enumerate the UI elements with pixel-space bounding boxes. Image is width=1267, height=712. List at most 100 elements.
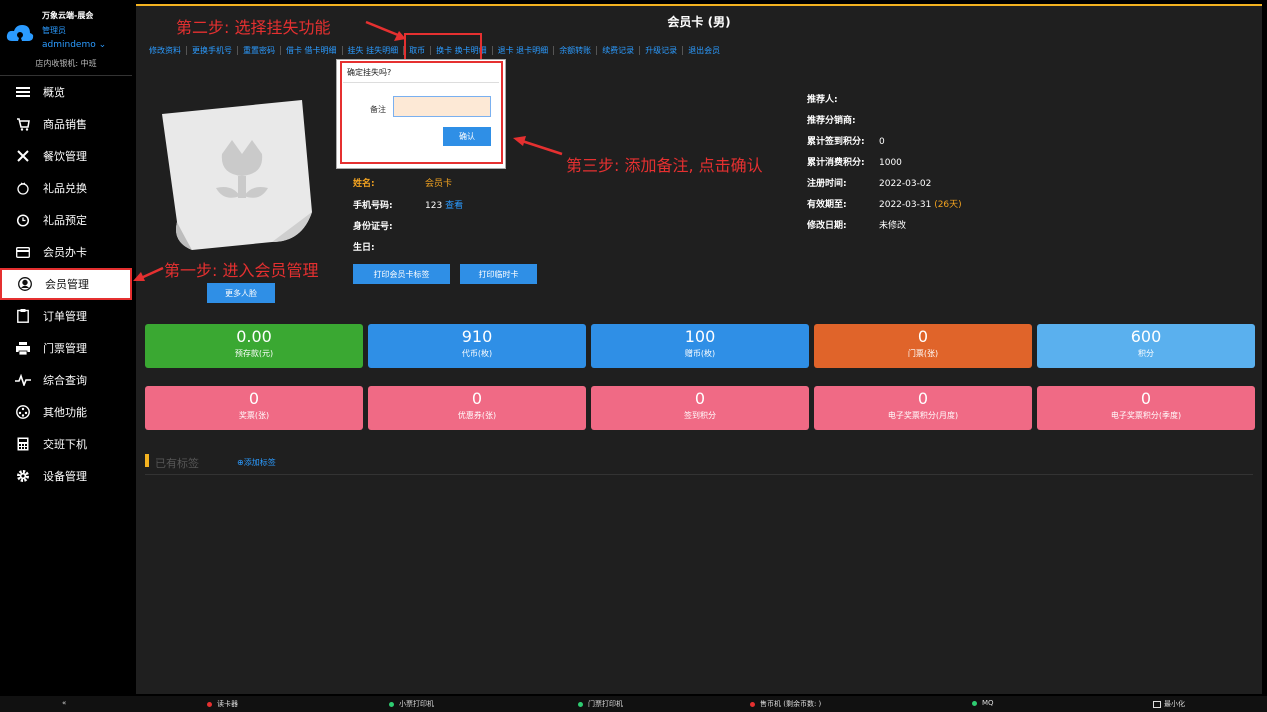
tab-edit-profile[interactable]: 修改资料 (144, 45, 187, 55)
print-temp-card-button[interactable]: 打印临时卡 (460, 264, 537, 284)
stat-value: 0 (1140, 389, 1152, 408)
status-dot-icon (578, 701, 583, 707)
stat-value: 910 (461, 327, 493, 346)
annotation-arrow-icon (513, 136, 563, 156)
info-expire-date: 有效期至: 2022-03-31 (26天) (807, 197, 962, 210)
tab-upgrade-records[interactable]: 升级记录 (640, 45, 684, 55)
stat-caption: 签到积分 (684, 411, 716, 420)
stat-caption: 电子奖票积分(季度) (1110, 411, 1182, 420)
info-phone: 手机号码: 123 查看 (353, 198, 463, 211)
brand-title: 万象云端-展会 (42, 11, 94, 20)
tab-balance-transfer[interactable]: 余额转账 (554, 45, 598, 55)
print-member-label-button[interactable]: 打印会员卡标签 (353, 264, 450, 284)
view-phone-link[interactable]: 查看 (445, 201, 463, 211)
tab-renewal-records[interactable]: 续费记录 (597, 45, 641, 55)
status-label: 小票打印机 (399, 700, 434, 708)
info-consume-points: 累计消费积分: 1000 (807, 155, 902, 168)
stat-points[interactable]: 600 积分 (1037, 324, 1255, 368)
tab-exit-member[interactable]: 退出会员 (683, 46, 725, 55)
info-label: 姓名: (353, 179, 375, 189)
sidebar-item-member-management[interactable]: 会员管理 (0, 268, 132, 300)
status-card-reader: 读卡器 (207, 699, 238, 709)
sidebar-item-label: 会员管理 (45, 278, 89, 291)
calculator-icon (14, 436, 32, 452)
cashier-shift: 店内收银机: 中班 (0, 58, 132, 76)
tags-section-marker (145, 454, 149, 467)
expire-date-value: 2022-03-31 (879, 200, 932, 210)
add-tag-button[interactable]: ⊕添加标签 (237, 457, 276, 468)
stat-coupons[interactable]: 0 优惠券(张) (368, 386, 586, 430)
stat-signin-points[interactable]: 0 签到积分 (591, 386, 809, 430)
stat-tickets[interactable]: 0 门票(张) (814, 324, 1032, 368)
more-faces-button[interactable]: 更多人脸 (207, 283, 275, 303)
sidebar-item-label: 礼品预定 (43, 214, 87, 227)
tab-reset-password[interactable]: 重置密码 (238, 45, 281, 55)
modify-date-value: 未修改 (879, 221, 907, 231)
stat-value: 0 (248, 389, 260, 408)
sidebar-item-orders[interactable]: 订单管理 (0, 300, 132, 332)
sidebar-item-devices[interactable]: 设备管理 (0, 460, 132, 492)
info-referrer: 推荐人: (807, 92, 879, 105)
sidebar-item-other[interactable]: 其他功能 (0, 396, 132, 428)
status-label: 门票打印机 (588, 700, 623, 708)
sidebar-item-member-card[interactable]: 会员办卡 (0, 236, 132, 268)
clipboard-icon (14, 308, 32, 324)
sidebar-item-label: 其他功能 (43, 406, 87, 419)
tab-return-card[interactable]: 退卡 退卡明细 (493, 45, 555, 55)
user-menu[interactable]: admindemo ⌄ (42, 40, 106, 50)
stat-eticket-monthly[interactable]: 0 电子奖票积分(月度) (814, 386, 1032, 430)
divider (145, 474, 1253, 475)
tab-change-phone[interactable]: 更换手机号 (187, 45, 238, 55)
card-icon (14, 244, 32, 260)
stat-eticket-quarterly[interactable]: 0 电子奖票积分(季度) (1037, 386, 1255, 430)
stat-value: 0.00 (236, 327, 272, 346)
stat-tokens[interactable]: 910 代币(枚) (368, 324, 586, 368)
sidebar-item-sales[interactable]: 商品销售 (0, 108, 132, 140)
info-label: 累计签到积分: (807, 137, 865, 147)
menu-icon (14, 84, 32, 100)
sidebar-item-label: 概览 (43, 86, 65, 99)
sidebar-item-overview[interactable]: 概览 (0, 76, 132, 108)
sidebar-item-label: 商品销售 (43, 118, 87, 131)
annotation-step3: 第三步: 添加备注, 点击确认 (566, 156, 763, 175)
stat-lottery-tickets[interactable]: 0 奖票(张) (145, 386, 363, 430)
stat-caption: 预存款(元) (234, 349, 274, 358)
stat-caption: 电子奖票积分(月度) (887, 411, 959, 420)
sidebar-item-query[interactable]: 综合查询 (0, 364, 132, 396)
consume-points-value: 1000 (879, 158, 902, 168)
stat-bonus-coins[interactable]: 100 赠币(枚) (591, 324, 809, 368)
stat-prepaid[interactable]: 0.00 预存款(元) (145, 324, 363, 368)
status-mq: MQ (972, 699, 994, 707)
status-label: 读卡器 (217, 700, 238, 708)
sidebar-item-label: 设备管理 (43, 470, 87, 483)
member-name-value: 会员卡 (425, 179, 453, 189)
collapse-sidebar-button[interactable]: « (62, 699, 66, 707)
stat-caption: 奖票(张) (238, 411, 270, 420)
info-name: 姓名: 会员卡 (353, 176, 452, 189)
sidebar-item-gift-exchange[interactable]: 礼品兑换 (0, 172, 132, 204)
sidebar-item-tickets[interactable]: 门票管理 (0, 332, 132, 364)
info-label: 修改日期: (807, 221, 847, 231)
minimize-button[interactable]: 最小化 (1153, 699, 1185, 709)
annotation-step2: 第二步: 选择挂失功能 (176, 18, 331, 37)
sidebar-item-shift[interactable]: 交班下机 (0, 428, 132, 460)
sidebar-item-label: 餐饮管理 (43, 150, 87, 163)
tab-borrow-card[interactable]: 借卡 借卡明细 (281, 45, 343, 55)
info-label: 生日: (353, 243, 375, 253)
info-label: 推荐分销商: (807, 116, 856, 126)
gear-icon (14, 468, 32, 484)
register-date-value: 2022-03-02 (879, 179, 932, 189)
sidebar: 万象云端-展会 管理员 admindemo ⌄ 店内收银机: 中班 概览 商品销… (0, 0, 132, 694)
printer-icon (14, 340, 32, 356)
status-dot-icon (207, 701, 212, 707)
sidebar-item-label: 礼品兑换 (43, 182, 87, 195)
sidebar-item-catering[interactable]: 餐饮管理 (0, 140, 132, 172)
status-label: MQ (982, 699, 994, 707)
tab-report-loss[interactable]: 挂失 挂失明细 (343, 45, 405, 55)
info-label: 推荐人: (807, 95, 838, 105)
sidebar-item-gift-booking[interactable]: 礼品预定 (0, 204, 132, 236)
info-distributor: 推荐分销商: (807, 113, 879, 126)
sidebar-item-label: 订单管理 (43, 310, 87, 323)
sidebar-nav: 概览 商品销售 餐饮管理 礼品兑换 礼品预定 会员办卡 会员管理 订单管理 门票… (0, 76, 132, 492)
info-label: 身份证号: (353, 222, 393, 232)
